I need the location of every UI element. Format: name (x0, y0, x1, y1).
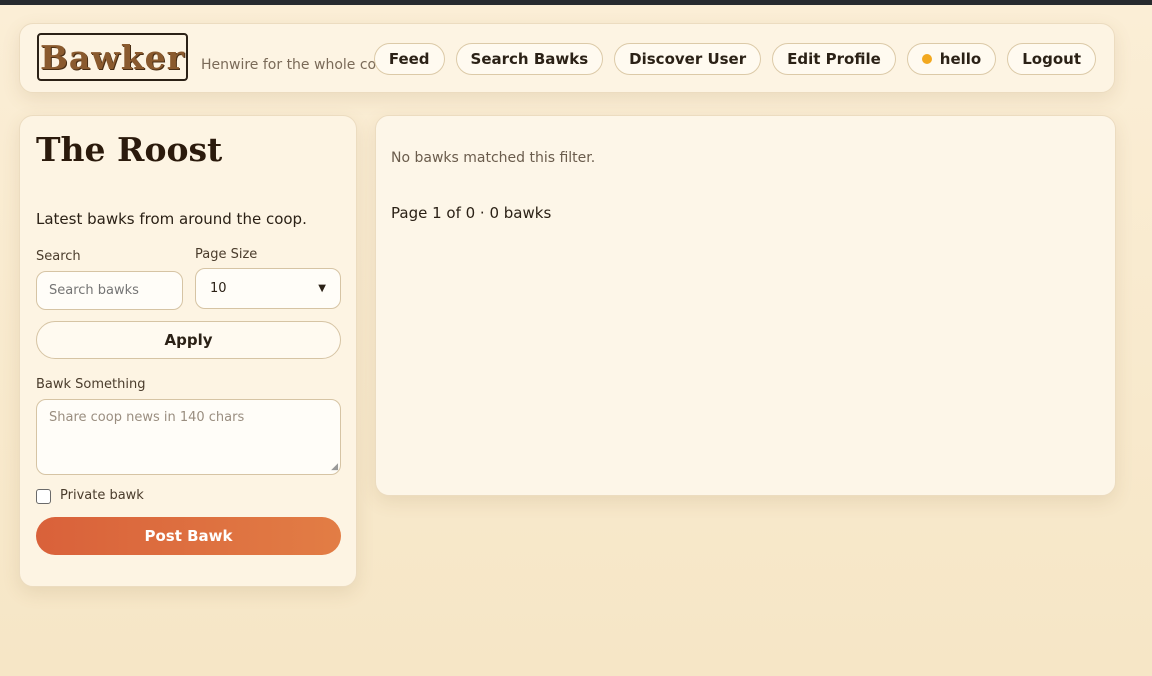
nav-search-bawks-button[interactable]: Search Bawks (455, 43, 604, 75)
empty-feed-message: No bawks matched this filter. (391, 150, 596, 166)
private-bawk-label[interactable]: Private bawk (60, 488, 144, 503)
search-label: Search (36, 249, 81, 264)
tagline: Henwire for the whole coop (201, 57, 394, 73)
nav-discover-user-button[interactable]: Discover User (614, 43, 762, 75)
page-size-value: 10 (210, 281, 227, 296)
nav-edit-profile-button[interactable]: Edit Profile (772, 43, 896, 75)
logout-button[interactable]: Logout (1007, 43, 1096, 75)
page-size-label: Page Size (195, 247, 258, 262)
nav-feed-button[interactable]: Feed (373, 43, 445, 75)
compose-label: Bawk Something (36, 377, 146, 392)
private-bawk-checkbox[interactable] (36, 489, 51, 504)
online-status-dot-icon (921, 54, 932, 64)
sidebar-title: The Roost (36, 130, 223, 169)
search-input[interactable] (36, 271, 183, 310)
window-top-strip (0, 0, 1152, 5)
feed-panel: No bawks matched this filter. Page 1 of … (375, 115, 1116, 496)
apply-button[interactable]: Apply (36, 321, 341, 359)
user-badge[interactable]: hello (906, 43, 997, 75)
bawker-logo[interactable]: Bawker (37, 33, 188, 81)
main-nav: Feed Search Bawks Discover User Edit Pro… (373, 43, 1096, 75)
resize-handle-icon[interactable]: ◢ (331, 462, 338, 472)
compose-placeholder: Share coop news in 140 chars (49, 410, 245, 425)
chevron-down-icon: ▼ (318, 283, 326, 294)
post-bawk-button[interactable]: Post Bawk (36, 517, 341, 555)
sidebar-subtitle: Latest bawks from around the coop. (36, 210, 307, 228)
pagination-status: Page 1 of 0 · 0 bawks (391, 204, 552, 222)
page-size-select[interactable]: 10 ▼ (195, 268, 341, 309)
site-header: Bawker Henwire for the whole coop Feed S… (19, 23, 1115, 93)
compose-textarea[interactable]: Share coop news in 140 chars ◢ (36, 399, 341, 475)
roost-sidebar: The Roost Latest bawks from around the c… (19, 115, 357, 587)
username-label: hello (939, 50, 982, 68)
